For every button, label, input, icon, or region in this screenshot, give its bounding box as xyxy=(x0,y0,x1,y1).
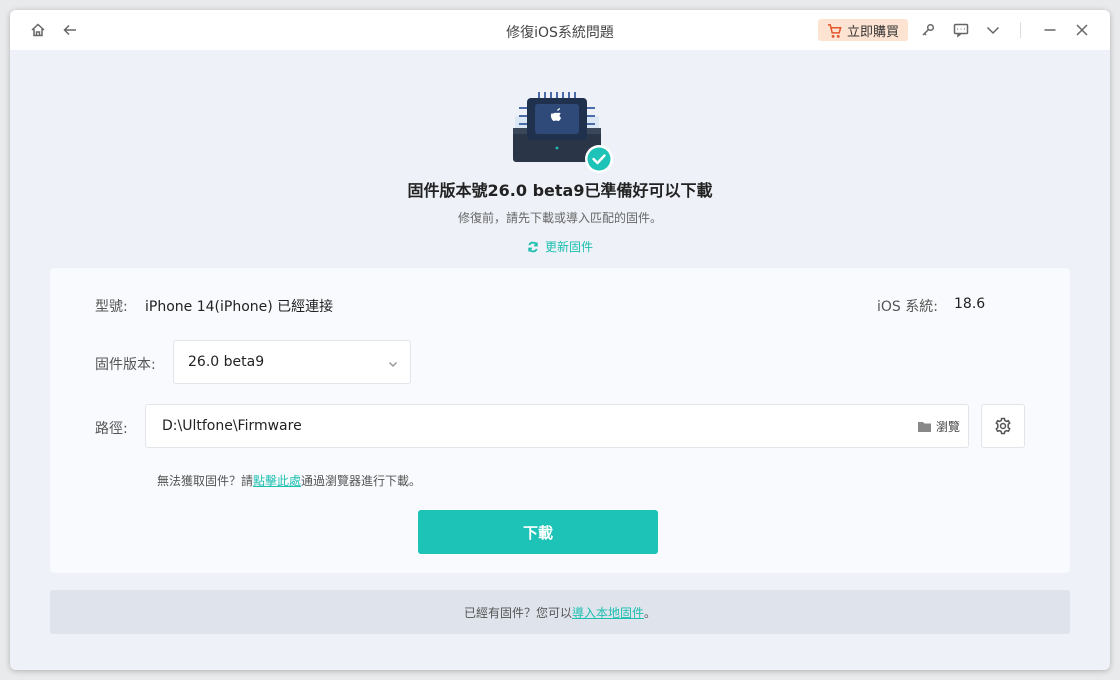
buy-now-label: 立即購買 xyxy=(846,24,899,40)
feedback-icon[interactable] xyxy=(951,20,971,40)
path-label: 路徑: xyxy=(95,421,128,437)
cart-icon xyxy=(827,23,842,38)
ios-version-label: iOS 系統: xyxy=(877,299,938,315)
titlebar-divider xyxy=(1020,22,1021,38)
firmware-version-select[interactable]: 26.0 beta9 xyxy=(173,340,411,384)
refresh-firmware-label: 更新固件 xyxy=(544,240,593,254)
chevron-down-icon xyxy=(388,357,398,368)
minimize-icon[interactable] xyxy=(1040,20,1060,40)
ios-version-value: 18.6 xyxy=(954,296,986,312)
footer-suffix: 。 xyxy=(644,605,657,620)
download-button[interactable]: 下載 xyxy=(418,510,658,554)
firmware-chip-icon xyxy=(513,92,613,173)
firmware-illustration xyxy=(10,88,1110,176)
browse-button[interactable]: 瀏覽 xyxy=(917,418,960,435)
key-icon[interactable] xyxy=(918,20,938,40)
hint-suffix: 通過瀏覽器進行下載。 xyxy=(301,474,422,488)
firmware-card: 型號: iPhone 14(iPhone) 已經連接 iOS 系統: 18.6 … xyxy=(50,268,1070,573)
folder-icon xyxy=(917,422,931,432)
path-input[interactable]: D:\Ultfone\Firmware 瀏覽 xyxy=(145,404,969,448)
firmware-ready-subtitle: 修復前，請先下載或導入匹配的固件。 xyxy=(457,211,662,225)
hint-prefix: 無法獲取固件？請 xyxy=(157,474,254,488)
buy-now-button[interactable]: 立即購買 xyxy=(818,19,908,41)
window-title: 修復iOS系統問題 xyxy=(506,25,614,41)
close-icon[interactable] xyxy=(1072,20,1092,40)
refresh-firmware-link[interactable]: 更新固件 xyxy=(10,238,1110,255)
download-hint: 無法獲取固件？請點擊此處通過瀏覽器進行下載。 xyxy=(157,472,421,489)
settings-button[interactable] xyxy=(981,404,1025,448)
import-local-firmware-link[interactable]: 導入本地固件 xyxy=(572,604,644,621)
import-local-firmware-bar: 已經有固件？您可以 導入本地固件。 xyxy=(50,590,1070,634)
gear-icon xyxy=(995,417,1011,435)
firmware-version-value: 26.0 beta9 xyxy=(188,354,265,370)
footer-prefix: 已經有固件？您可以 xyxy=(463,605,572,620)
click-here-link[interactable]: 點擊此處 xyxy=(253,474,301,488)
firmware-ready-title: 固件版本號26.0 beta9已準備好可以下載 xyxy=(407,181,713,200)
refresh-icon xyxy=(528,241,538,252)
firmware-version-label: 固件版本: xyxy=(95,357,156,373)
browse-label: 瀏覽 xyxy=(935,420,960,434)
chevron-down-icon[interactable] xyxy=(983,20,1003,40)
path-value: D:\Ultfone\Firmware xyxy=(162,418,302,434)
title-bar: 修復iOS系統問題 立即購買 xyxy=(10,10,1110,50)
app-window: 修復iOS系統問題 立即購買 固件版本號26.0 beta9已準備好可以下載 修… xyxy=(10,10,1110,670)
model-label: 型號: xyxy=(95,299,128,315)
model-value: iPhone 14(iPhone) 已經連接 xyxy=(145,299,334,315)
